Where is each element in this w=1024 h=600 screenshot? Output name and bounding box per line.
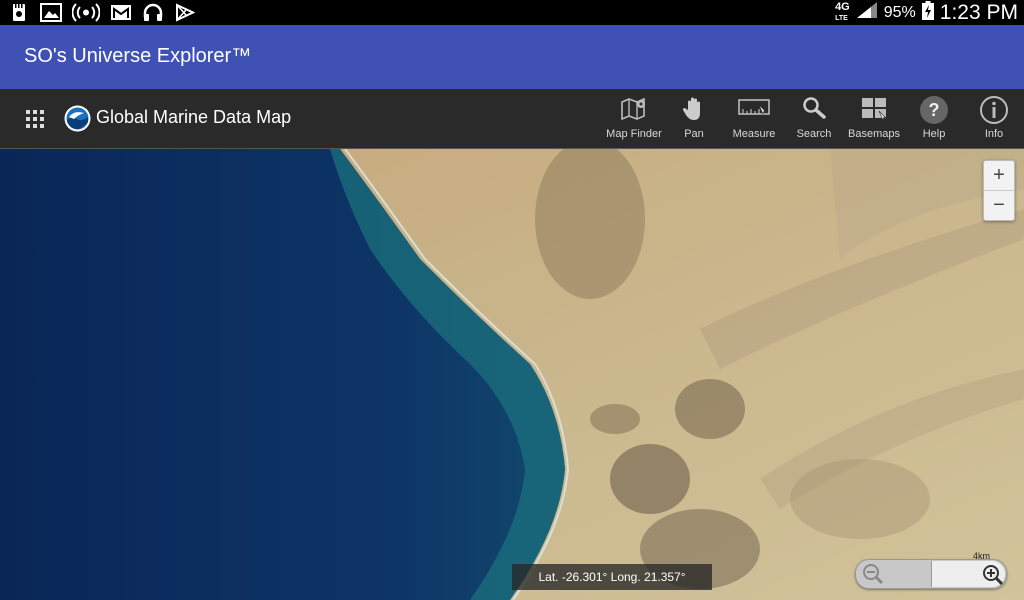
svg-text:?: ? [929, 100, 940, 120]
battery-charging-icon [921, 0, 934, 25]
tool-buttons: Map Finder Pan Measure Search Basemaps ?… [604, 89, 1024, 148]
signal-icon [856, 1, 878, 24]
play-store-icon [174, 3, 196, 22]
battery-percent: 95% [883, 3, 916, 21]
zoom-in-button[interactable]: + [984, 161, 1014, 190]
notification-icons [8, 3, 196, 22]
image-icon [40, 3, 62, 22]
help-icon: ? [920, 96, 948, 124]
satellite-imagery [0, 149, 1024, 600]
info-label: Info [984, 128, 1004, 140]
zoom-slider[interactable] [855, 559, 1007, 589]
zoom-out-button[interactable]: − [984, 191, 1014, 220]
app-bar: SO's Universe Explorer™ [0, 25, 1024, 89]
info-button[interactable]: Info [964, 89, 1024, 148]
clock: 1:23 PM [939, 0, 1018, 24]
app-grid-icon[interactable] [25, 109, 45, 129]
zoom-out-icon[interactable] [862, 563, 884, 585]
zoom-control: + − [983, 160, 1015, 221]
coordinate-readout: Lat. -26.301° Long. 21.357° [512, 564, 712, 590]
map-view[interactable]: + − Lat. -26.301° Long. 21.357° 4km [0, 149, 1024, 600]
basemaps-icon [862, 98, 888, 121]
mail-icon [110, 3, 132, 22]
info-icon [980, 96, 1008, 124]
map-toolbar: Global Marine Data Map Map Finder Pan Me… [0, 89, 1024, 149]
broadcast-icon [72, 3, 100, 22]
map-finder-icon [621, 97, 645, 120]
zoom-in-icon[interactable] [981, 563, 1003, 585]
headphones-icon [142, 3, 164, 22]
system-status: 4G LTE 95% 1:23 PM [835, 0, 1018, 25]
network-lte-icon: 4G LTE [835, 0, 850, 22]
ruler-icon [738, 99, 770, 115]
app-title: SO's Universe Explorer™ [24, 45, 252, 67]
sd-card-icon [8, 3, 30, 22]
search-icon [803, 97, 826, 119]
hand-icon [682, 97, 700, 120]
status-bar: 4G LTE 95% 1:23 PM [0, 0, 1024, 25]
map-title: Global Marine Data Map [96, 107, 292, 127]
noaa-logo-icon [64, 105, 91, 132]
